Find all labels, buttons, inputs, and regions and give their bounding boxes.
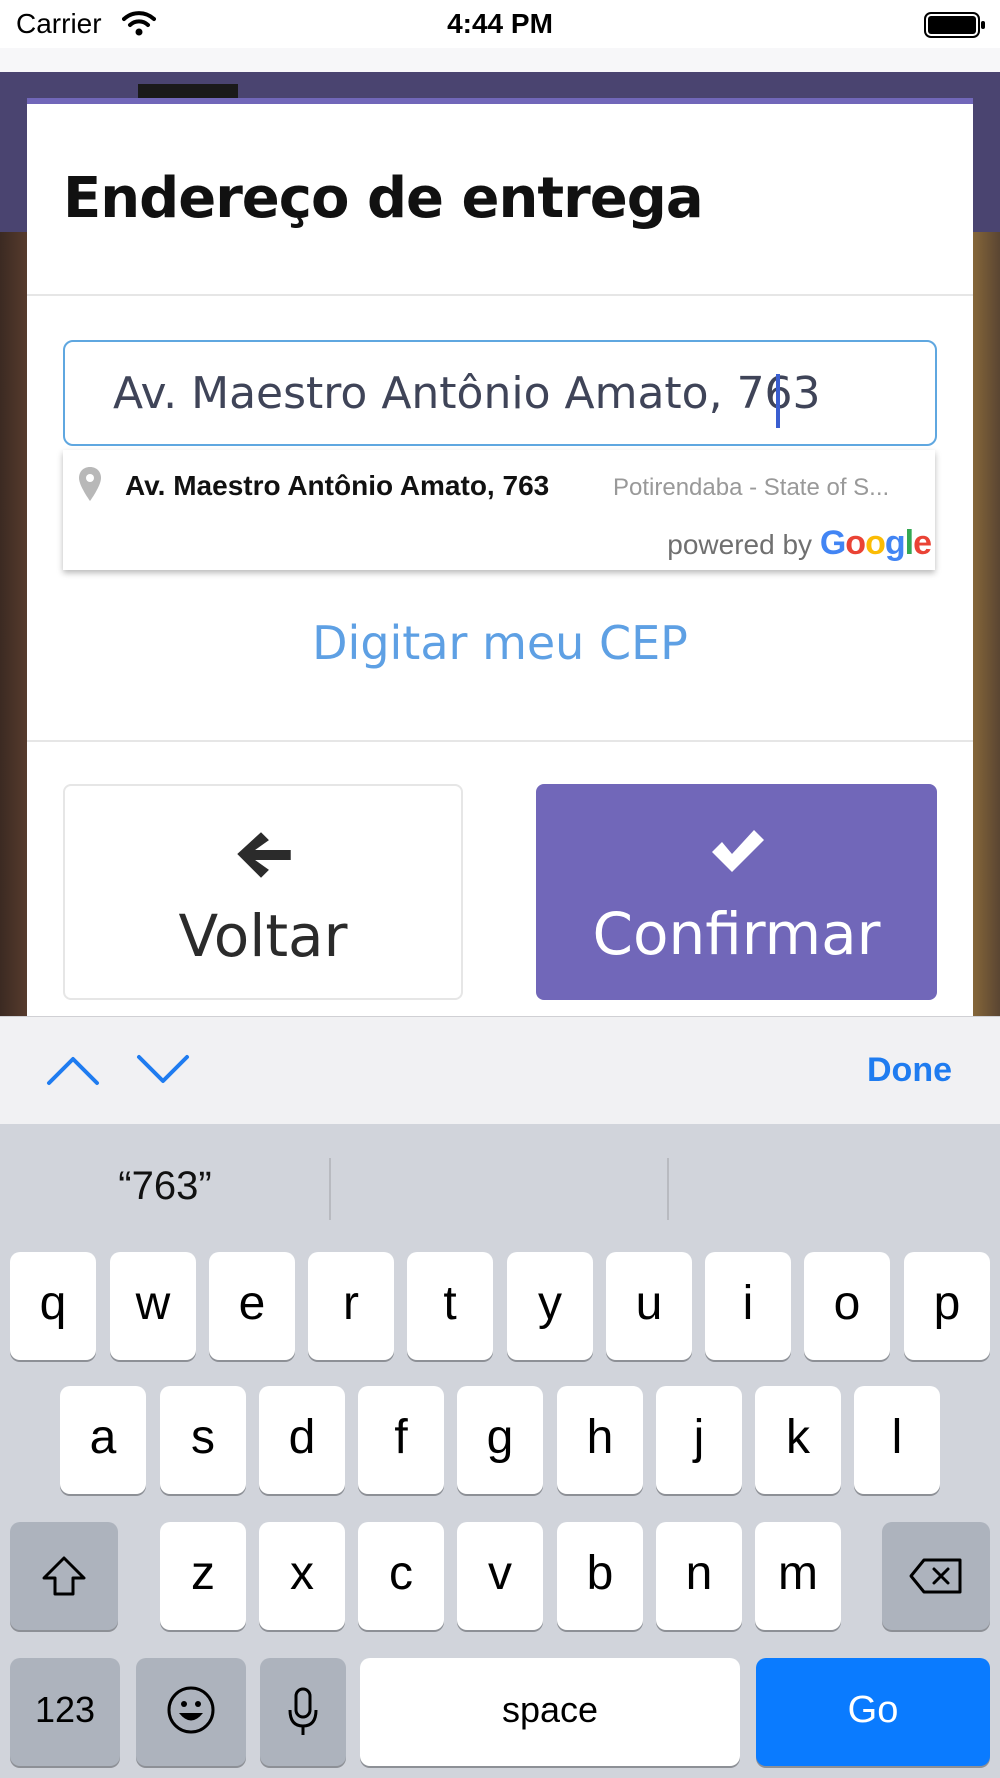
- key-w[interactable]: w: [110, 1252, 196, 1360]
- key-v[interactable]: v: [457, 1522, 543, 1630]
- key-j[interactable]: j: [656, 1386, 742, 1494]
- key-t[interactable]: t: [407, 1252, 493, 1360]
- map-pin-icon: [79, 467, 101, 501]
- prediction-separator: [329, 1158, 331, 1220]
- key-n[interactable]: n: [656, 1522, 742, 1630]
- key-e[interactable]: e: [209, 1252, 295, 1360]
- text-caret: [776, 374, 780, 428]
- key-h[interactable]: h: [557, 1386, 643, 1494]
- powered-by-label: powered by: [667, 529, 813, 560]
- key-r[interactable]: r: [308, 1252, 394, 1360]
- shift-key[interactable]: [10, 1522, 118, 1630]
- back-button[interactable]: Voltar: [63, 784, 463, 1000]
- key-c[interactable]: c: [358, 1522, 444, 1630]
- key-q[interactable]: q: [10, 1252, 96, 1360]
- autocomplete-suggestion[interactable]: Av. Maestro Antônio Amato, 763 Potirenda…: [63, 450, 935, 520]
- shift-icon: [42, 1556, 86, 1596]
- key-m[interactable]: m: [755, 1522, 841, 1630]
- space-key[interactable]: space: [360, 1658, 740, 1766]
- address-input[interactable]: [63, 340, 937, 446]
- key-z[interactable]: z: [160, 1522, 246, 1630]
- delivery-address-modal: Endereço de entrega Av. Maestro Antônio …: [27, 98, 973, 1018]
- footer-divider: [27, 740, 973, 742]
- suggestion-main-text: Av. Maestro Antônio Amato, 763: [125, 470, 550, 501]
- enter-cep-link[interactable]: Digitar meu CEP: [27, 616, 973, 670]
- status-bar: Carrier 4:44 PM: [0, 0, 1000, 48]
- dictation-key[interactable]: [260, 1658, 346, 1766]
- emoji-key[interactable]: [136, 1658, 246, 1766]
- checkmark-icon: [712, 830, 764, 872]
- confirm-button[interactable]: Confirmar: [536, 784, 937, 1000]
- keyboard: “763” q w e r t y u i o p a s d f g h j …: [0, 1124, 1000, 1778]
- key-s[interactable]: s: [160, 1386, 246, 1494]
- prediction-1[interactable]: “763”: [0, 1164, 330, 1209]
- powered-by-google: powered by Google: [667, 524, 932, 563]
- key-u[interactable]: u: [606, 1252, 692, 1360]
- prediction-bar: “763”: [0, 1124, 1000, 1242]
- key-b[interactable]: b: [557, 1522, 643, 1630]
- key-f[interactable]: f: [358, 1386, 444, 1494]
- microphone-icon: [288, 1687, 318, 1735]
- google-logo: Google: [819, 524, 932, 562]
- key-k[interactable]: k: [755, 1386, 841, 1494]
- title-divider: [27, 294, 973, 296]
- modal-title: Endereço de entrega: [63, 166, 704, 231]
- key-i[interactable]: i: [705, 1252, 791, 1360]
- background-logo: [138, 84, 238, 98]
- autocomplete-dropdown: Av. Maestro Antônio Amato, 763 Potirenda…: [63, 450, 935, 570]
- prediction-separator: [667, 1158, 669, 1220]
- done-button[interactable]: Done: [867, 1051, 952, 1090]
- emoji-icon: [167, 1686, 215, 1734]
- battery-icon: [924, 12, 985, 38]
- clock: 4:44 PM: [447, 8, 553, 39]
- arrow-left-icon: [237, 832, 291, 878]
- key-l[interactable]: l: [854, 1386, 940, 1494]
- key-g[interactable]: g: [457, 1386, 543, 1494]
- backspace-icon: [909, 1558, 962, 1594]
- back-button-label: Voltar: [178, 902, 348, 970]
- key-y[interactable]: y: [507, 1252, 593, 1360]
- key-a[interactable]: a: [60, 1386, 146, 1494]
- backspace-key[interactable]: [882, 1522, 990, 1630]
- key-p[interactable]: p: [904, 1252, 990, 1360]
- go-key[interactable]: Go: [756, 1658, 990, 1766]
- suggestion-secondary-text: Potirendaba - State of S...: [613, 474, 890, 501]
- key-x[interactable]: x: [259, 1522, 345, 1630]
- key-o[interactable]: o: [804, 1252, 890, 1360]
- background-strip: [0, 48, 1000, 72]
- numbers-key[interactable]: 123: [10, 1658, 120, 1766]
- chevron-up-icon[interactable]: [46, 1053, 100, 1087]
- confirm-button-label: Confirmar: [592, 900, 881, 968]
- keyboard-accessory-bar: Done: [0, 1016, 1000, 1124]
- key-d[interactable]: d: [259, 1386, 345, 1494]
- chevron-down-icon[interactable]: [136, 1053, 190, 1087]
